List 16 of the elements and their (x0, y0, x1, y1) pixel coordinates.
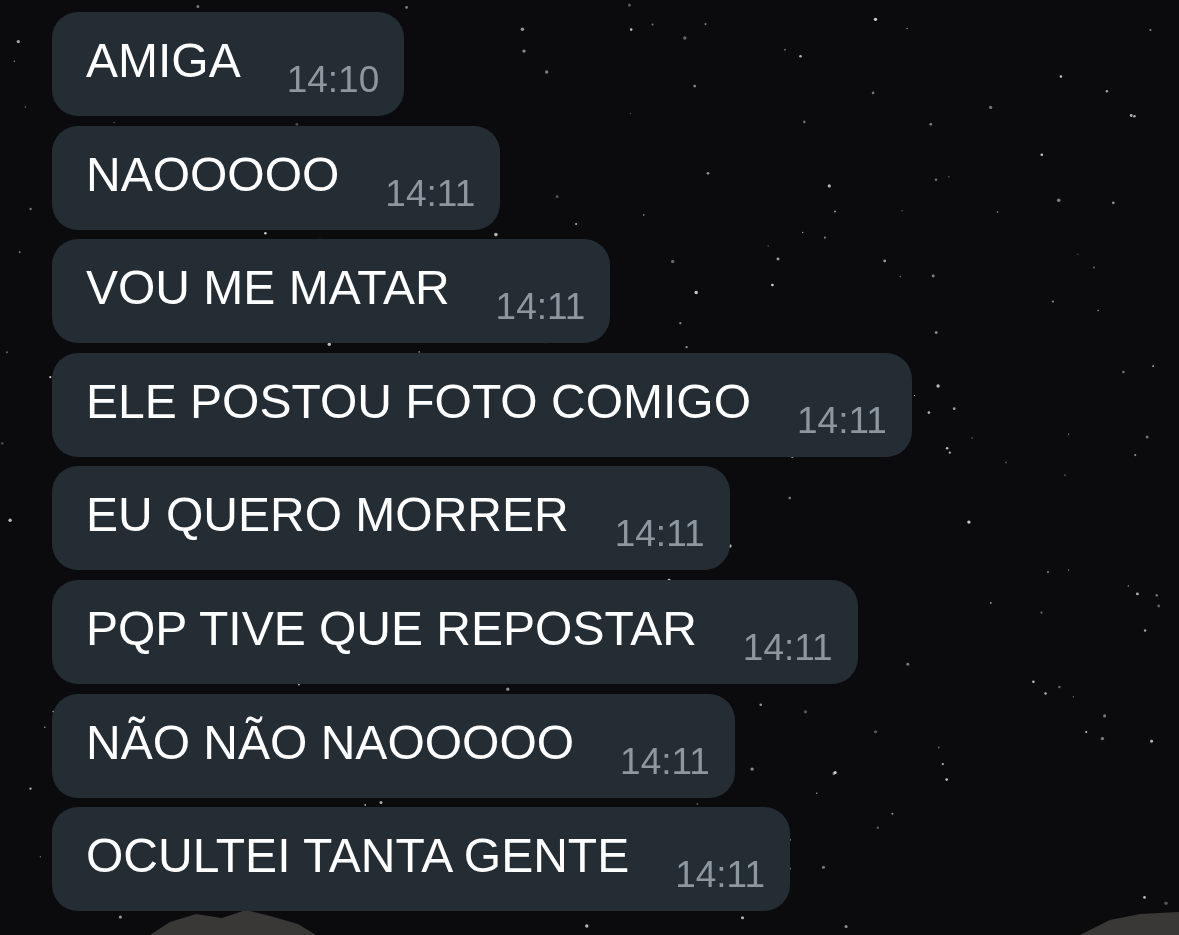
message-text: VOU ME MATAR (86, 260, 450, 316)
message-time: 14:11 (675, 856, 766, 894)
message-time: 14:11 (742, 628, 833, 666)
message-text: AMIGA (86, 33, 241, 88)
message-text: ELE POSTOU FOTO COMIGO (86, 373, 751, 429)
message-text: OCULTEI TANTA GENTE (86, 828, 630, 884)
message-time: 14:11 (797, 401, 887, 439)
message-time: 14:11 (385, 174, 476, 212)
message-text: NAOOOOO (86, 146, 340, 202)
message-time: 14:11 (614, 515, 705, 553)
message-text: NÃO NÃO NAOOOOO (86, 714, 575, 770)
message-time: 14:11 (620, 742, 710, 780)
message-time: 14:11 (495, 288, 586, 326)
message-time: 14:10 (286, 61, 380, 98)
message-text: PQP TIVE QUE REPOSTAR (86, 600, 697, 656)
message-text: EU QUERO MORRER (86, 487, 569, 543)
